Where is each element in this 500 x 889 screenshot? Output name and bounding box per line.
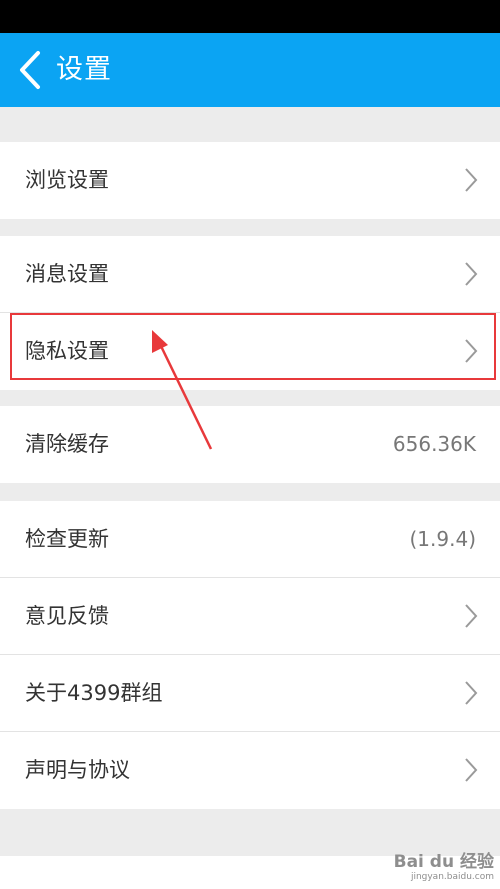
watermark: Bai du 经验 jingyan.baidu.com [394, 852, 494, 883]
annotation-arrow-icon [152, 330, 213, 450]
watermark-url: jingyan.baidu.com [410, 872, 494, 882]
watermark-text: Bai du 经验 [393, 852, 494, 872]
